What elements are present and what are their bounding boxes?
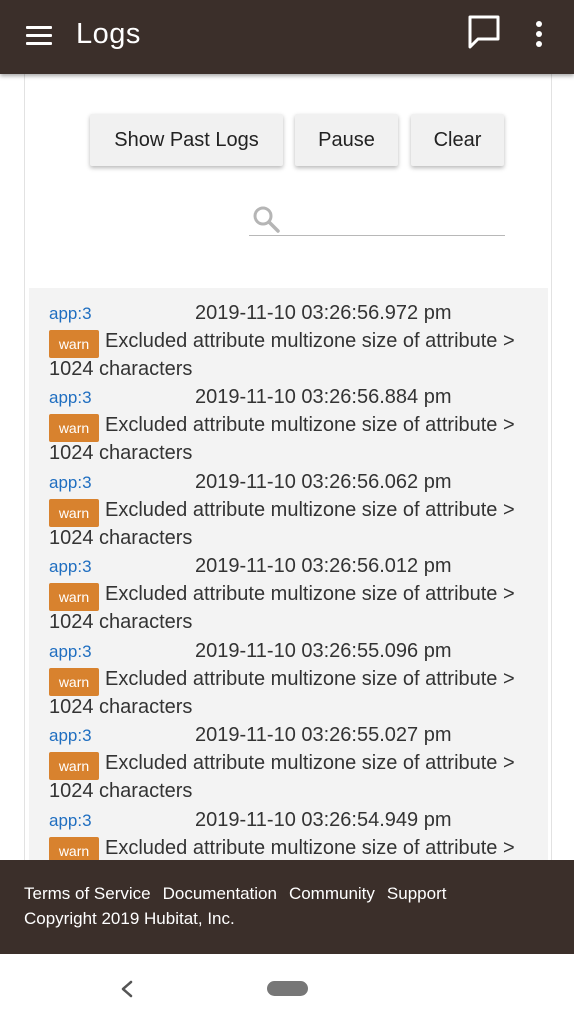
footer-links: Terms of Service Documentation Community… — [24, 884, 446, 904]
log-message: Excluded attribute multizone size of att… — [105, 837, 515, 859]
log-source-link[interactable]: app:3 — [49, 811, 92, 831]
log-timestamp: 2019-11-10 03:26:55.096 pm — [195, 640, 452, 662]
log-source-link[interactable]: app:3 — [49, 557, 92, 577]
search-field — [249, 200, 505, 236]
log-message: Excluded attribute multizone size of att… — [105, 583, 515, 605]
log-level-badge: warn — [49, 837, 99, 860]
logs-content-card: Show Past Logs Pause Clear app:3 2019-11… — [24, 74, 552, 860]
log-entry: app:3 2019-11-10 03:26:55.027 pm warn Ex… — [49, 710, 544, 802]
top-app-bar: Logs — [0, 0, 574, 74]
log-level-badge: warn — [49, 499, 99, 527]
log-message: Excluded attribute multizone size of att… — [105, 668, 515, 690]
log-entry: app:3 2019-11-10 03:26:56.884 pm warn Ex… — [49, 372, 544, 464]
show-past-logs-button[interactable]: Show Past Logs — [90, 114, 283, 166]
community-link[interactable]: Community — [289, 884, 375, 904]
log-message: Excluded attribute multizone size of att… — [105, 330, 515, 352]
log-timestamp: 2019-11-10 03:26:56.062 pm — [195, 471, 452, 493]
log-timestamp: 2019-11-10 03:26:55.027 pm — [195, 724, 452, 746]
log-level-badge: warn — [49, 330, 99, 358]
back-chevron-icon[interactable] — [112, 974, 142, 1004]
clear-button[interactable]: Clear — [411, 114, 504, 166]
log-message: Excluded attribute multizone size of att… — [105, 752, 515, 774]
more-vertical-icon[interactable] — [528, 18, 550, 50]
hamburger-menu-icon[interactable] — [24, 22, 58, 52]
log-message: Excluded attribute multizone size of att… — [105, 499, 515, 521]
log-timestamp: 2019-11-10 03:26:56.972 pm — [195, 302, 452, 324]
support-link[interactable]: Support — [387, 884, 447, 904]
log-entry: app:3 2019-11-10 03:26:54.949 pm warn Ex… — [49, 795, 544, 860]
log-panel[interactable]: app:3 2019-11-10 03:26:56.972 pm warn Ex… — [29, 288, 548, 860]
log-timestamp: 2019-11-10 03:26:56.012 pm — [195, 555, 452, 577]
search-input[interactable] — [287, 204, 499, 232]
site-footer: Terms of Service Documentation Community… — [0, 860, 574, 954]
log-level-badge: warn — [49, 752, 99, 780]
log-timestamp: 2019-11-10 03:26:56.884 pm — [195, 386, 452, 408]
search-icon — [251, 204, 281, 234]
terms-of-service-link[interactable]: Terms of Service — [24, 884, 151, 904]
app-root: Logs Show Past Logs Pause Clear app:3 20… — [0, 0, 574, 1024]
home-pill-icon[interactable] — [267, 981, 308, 996]
log-entry: app:3 2019-11-10 03:26:56.972 pm warn Ex… — [49, 288, 544, 380]
log-entry: app:3 2019-11-10 03:26:56.062 pm warn Ex… — [49, 457, 544, 549]
copyright-text: Copyright 2019 Hubitat, Inc. — [24, 909, 235, 928]
log-level-badge: warn — [49, 414, 99, 442]
log-entry: app:3 2019-11-10 03:26:56.012 pm warn Ex… — [49, 541, 544, 633]
chat-bubble-icon[interactable] — [466, 14, 502, 50]
documentation-link[interactable]: Documentation — [163, 884, 277, 904]
page-title: Logs — [76, 18, 141, 50]
log-source-link[interactable]: app:3 — [49, 642, 92, 662]
pause-button[interactable]: Pause — [295, 114, 398, 166]
log-level-badge: warn — [49, 583, 99, 611]
log-entry: app:3 2019-11-10 03:26:55.096 pm warn Ex… — [49, 626, 544, 718]
log-source-link[interactable]: app:3 — [49, 388, 92, 408]
log-source-link[interactable]: app:3 — [49, 304, 92, 324]
log-level-badge: warn — [49, 668, 99, 696]
log-timestamp: 2019-11-10 03:26:54.949 pm — [195, 809, 452, 831]
log-source-link[interactable]: app:3 — [49, 726, 92, 746]
log-message: Excluded attribute multizone size of att… — [105, 414, 515, 436]
log-source-link[interactable]: app:3 — [49, 473, 92, 493]
